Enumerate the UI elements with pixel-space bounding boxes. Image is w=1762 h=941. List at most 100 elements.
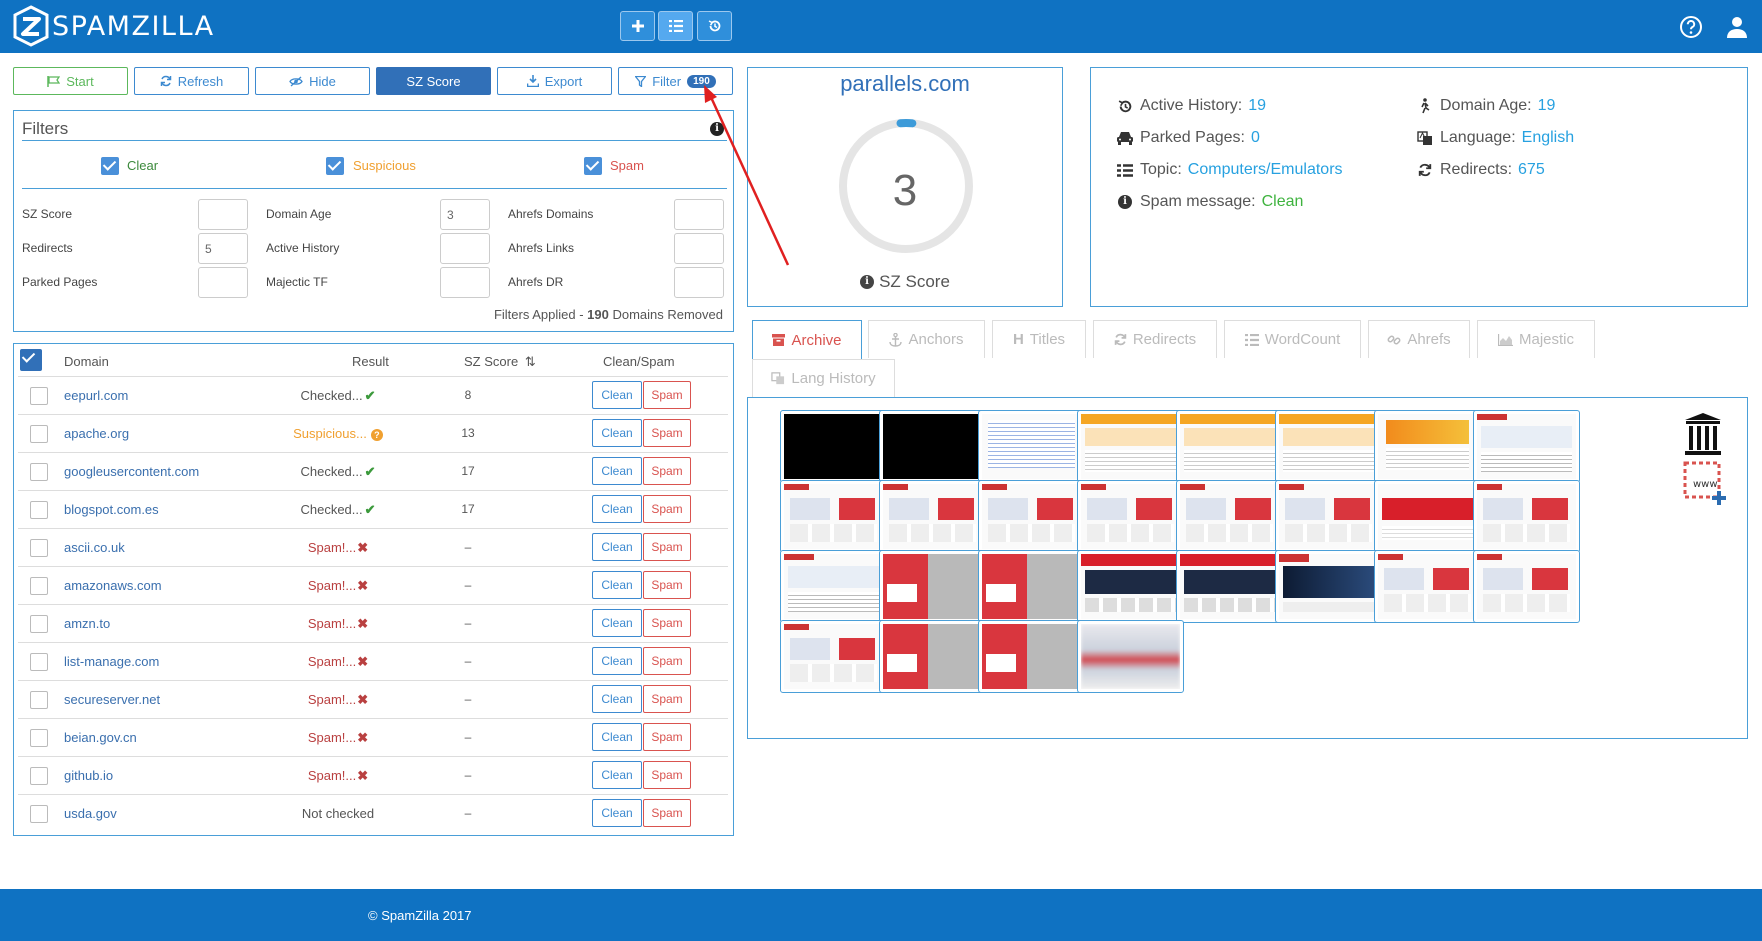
tab-lang-history[interactable]: Lang History: [752, 359, 895, 397]
tab-titles[interactable]: H Titles: [992, 320, 1086, 358]
tab-ahrefs[interactable]: Ahrefs: [1368, 320, 1470, 358]
sz-score-filter-input[interactable]: [198, 199, 248, 230]
archive-thumbnail[interactable]: [1077, 480, 1184, 553]
row-domain-link[interactable]: github.io: [64, 768, 113, 783]
tab-redirects[interactable]: Redirects: [1093, 320, 1217, 358]
row-domain-link[interactable]: amzn.to: [64, 616, 110, 631]
row-clean-button[interactable]: Clean: [592, 495, 642, 523]
add-www-icon[interactable]: www: [1683, 461, 1727, 508]
archive-thumbnail[interactable]: [978, 410, 1085, 483]
archive-thumbnail[interactable]: [780, 410, 887, 483]
row-checkbox[interactable]: [30, 387, 48, 405]
tab-wordcount[interactable]: WordCount: [1224, 320, 1361, 358]
archive-thumbnail[interactable]: [978, 480, 1085, 553]
active-history-filter-input[interactable]: [440, 233, 490, 264]
archive-thumbnail[interactable]: [1374, 480, 1481, 553]
row-spam-button[interactable]: Spam: [643, 799, 691, 827]
sort-icon[interactable]: ⇅: [525, 354, 536, 369]
row-domain-link[interactable]: secureserver.net: [64, 692, 160, 707]
row-domain-link[interactable]: beian.gov.cn: [64, 730, 137, 745]
row-clean-button[interactable]: Clean: [592, 685, 642, 713]
row-checkbox[interactable]: [30, 615, 48, 633]
row-clean-button[interactable]: Clean: [592, 723, 642, 751]
archive-thumbnail[interactable]: [1275, 550, 1382, 623]
row-domain-link[interactable]: list-manage.com: [64, 654, 159, 669]
ahrefs-links-filter-input[interactable]: [674, 233, 724, 264]
archive-thumbnail[interactable]: [1176, 480, 1283, 553]
row-checkbox[interactable]: [30, 767, 48, 785]
export-button[interactable]: Export: [497, 67, 612, 95]
redirects-filter-input[interactable]: 5: [198, 233, 248, 264]
archive-thumbnail[interactable]: [1176, 410, 1283, 483]
row-spam-button[interactable]: Spam: [643, 419, 691, 447]
column-header-domain[interactable]: Domain: [64, 354, 109, 369]
row-spam-button[interactable]: Spam: [643, 685, 691, 713]
row-checkbox[interactable]: [30, 463, 48, 481]
filter-button[interactable]: Filter 190: [618, 67, 733, 95]
row-domain-link[interactable]: amazonaws.com: [64, 578, 162, 593]
row-spam-button[interactable]: Spam: [643, 495, 691, 523]
user-menu-button[interactable]: [1722, 12, 1752, 42]
majectic-tf-filter-input[interactable]: [440, 267, 490, 298]
info-icon[interactable]: i: [710, 122, 724, 136]
row-clean-button[interactable]: Clean: [592, 571, 642, 599]
hide-button[interactable]: Hide: [255, 67, 370, 95]
row-spam-button[interactable]: Spam: [643, 609, 691, 637]
row-clean-button[interactable]: Clean: [592, 799, 642, 827]
archive-thumbnail[interactable]: [1077, 550, 1184, 623]
archive-thumbnail[interactable]: [1473, 410, 1580, 483]
ahrefs-dr-filter-input[interactable]: [674, 267, 724, 298]
archive-thumbnail[interactable]: [879, 480, 986, 553]
clear-checkbox[interactable]: [101, 157, 119, 175]
suspicious-checkbox[interactable]: [326, 157, 344, 175]
archive-thumbnail[interactable]: [879, 550, 986, 623]
row-clean-button[interactable]: Clean: [592, 457, 642, 485]
app-logo[interactable]: SPAMZILLA: [12, 5, 215, 47]
archive-thumbnail[interactable]: [1275, 480, 1382, 553]
row-domain-link[interactable]: usda.gov: [64, 806, 117, 821]
row-domain-link[interactable]: googleusercontent.com: [64, 464, 199, 479]
archive-thumbnail[interactable]: [1473, 480, 1580, 553]
archive-thumbnail[interactable]: [1077, 620, 1184, 693]
row-domain-link[interactable]: ascii.co.uk: [64, 540, 125, 555]
help-button[interactable]: [1676, 12, 1706, 42]
row-clean-button[interactable]: Clean: [592, 533, 642, 561]
archive-thumbnail[interactable]: [1176, 550, 1283, 623]
row-checkbox[interactable]: [30, 539, 48, 557]
add-button[interactable]: [620, 11, 655, 41]
sz-score-button[interactable]: SZ Score: [376, 67, 491, 95]
archive-thumbnail[interactable]: [978, 620, 1085, 693]
row-clean-button[interactable]: Clean: [592, 609, 642, 637]
archive-thumbnail[interactable]: [1374, 410, 1481, 483]
row-clean-button[interactable]: Clean: [592, 647, 642, 675]
row-domain-link[interactable]: apache.org: [64, 426, 129, 441]
archive-thumbnail[interactable]: [780, 480, 887, 553]
row-spam-button[interactable]: Spam: [643, 647, 691, 675]
spam-checkbox[interactable]: [584, 157, 602, 175]
row-checkbox[interactable]: [30, 577, 48, 595]
archive-thumbnail[interactable]: [1374, 550, 1481, 623]
selected-domain-link[interactable]: parallels.com: [748, 71, 1062, 97]
archive-thumbnail[interactable]: [1077, 410, 1184, 483]
row-checkbox[interactable]: [30, 691, 48, 709]
row-clean-button[interactable]: Clean: [592, 761, 642, 789]
archive-thumbnail[interactable]: [1275, 410, 1382, 483]
ahrefs-domains-filter-input[interactable]: [674, 199, 724, 230]
row-domain-link[interactable]: blogspot.com.es: [64, 502, 159, 517]
row-spam-button[interactable]: Spam: [643, 761, 691, 789]
list-view-button[interactable]: [658, 11, 693, 41]
parked-pages-filter-input[interactable]: [198, 267, 248, 298]
refresh-button[interactable]: Refresh: [134, 67, 249, 95]
select-all-checkbox[interactable]: [20, 349, 42, 371]
row-clean-button[interactable]: Clean: [592, 419, 642, 447]
domain-age-filter-input[interactable]: 3: [440, 199, 490, 230]
column-header-result[interactable]: Result: [352, 354, 389, 369]
tab-anchors[interactable]: Anchors: [868, 320, 985, 358]
row-spam-button[interactable]: Spam: [643, 533, 691, 561]
start-button[interactable]: Start: [13, 67, 128, 95]
row-domain-link[interactable]: eepurl.com: [64, 388, 128, 403]
row-spam-button[interactable]: Spam: [643, 723, 691, 751]
tab-archive[interactable]: Archive: [752, 320, 862, 359]
history-button[interactable]: [697, 11, 732, 41]
archive-thumbnail[interactable]: [780, 550, 887, 623]
